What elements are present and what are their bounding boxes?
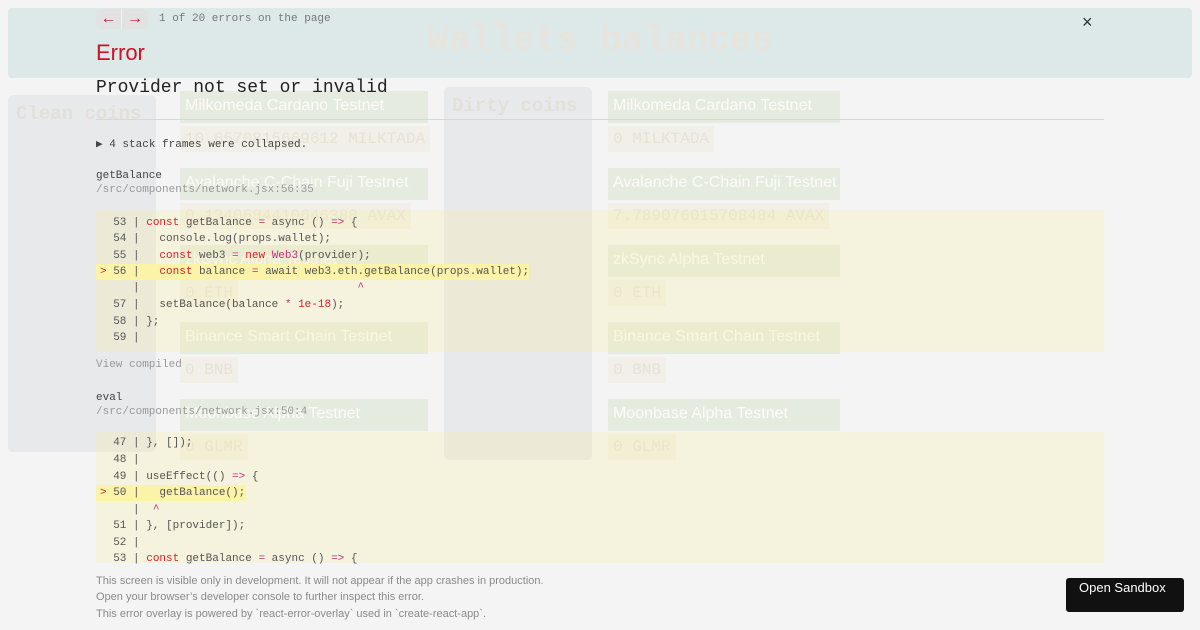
close-icon[interactable]: × xyxy=(1082,12,1093,33)
frame-location[interactable]: /src/components/network.jsx:56:35 xyxy=(96,184,314,196)
open-sandbox-button[interactable]: Open Sandbox xyxy=(1066,578,1184,612)
network-balance: 0 MILKTADA xyxy=(608,126,715,152)
frame-function: eval xyxy=(96,392,123,404)
previous-error-button[interactable]: ← xyxy=(96,9,122,29)
network-name: Moonbase Alpha Testnet xyxy=(608,399,840,431)
network-balance: 0 BNB xyxy=(608,357,667,383)
view-compiled-link[interactable]: View compiled xyxy=(96,359,182,371)
error-header: Error xyxy=(96,40,145,65)
collapsed-frames-toggle[interactable]: ▶ 4 stack frames were collapsed. xyxy=(96,137,307,151)
footer-note: This error overlay is powered by `react-… xyxy=(96,608,487,620)
network-name: Avalanche C-Chain Fuji Testnet xyxy=(608,168,840,200)
page-title: Wallets balances xyxy=(427,20,773,61)
footer-note: This screen is visible only in developme… xyxy=(96,575,544,587)
clean-coins-title: Clean coins xyxy=(16,103,142,125)
next-error-button[interactable]: → xyxy=(122,9,148,29)
code-frame: 47 | }, []); 48 | 49 | useEffect(() => {… xyxy=(96,432,1104,565)
error-counter: 1 of 20 errors on the page xyxy=(159,13,331,25)
divider xyxy=(96,119,1104,120)
code-frame: 53 | const getBalance = async () => { 54… xyxy=(96,210,1104,352)
network-balance: 0 BNB xyxy=(180,357,239,383)
dirty-coins-title: Dirty coins xyxy=(452,95,578,117)
error-nav: ← → xyxy=(96,9,148,29)
footer-note: Open your browser’s developer console to… xyxy=(96,591,424,603)
frame-location[interactable]: /src/components/network.jsx:50:4 xyxy=(96,406,307,418)
error-message: Provider not set or invalid xyxy=(96,78,388,98)
frame-function: getBalance xyxy=(96,170,163,182)
